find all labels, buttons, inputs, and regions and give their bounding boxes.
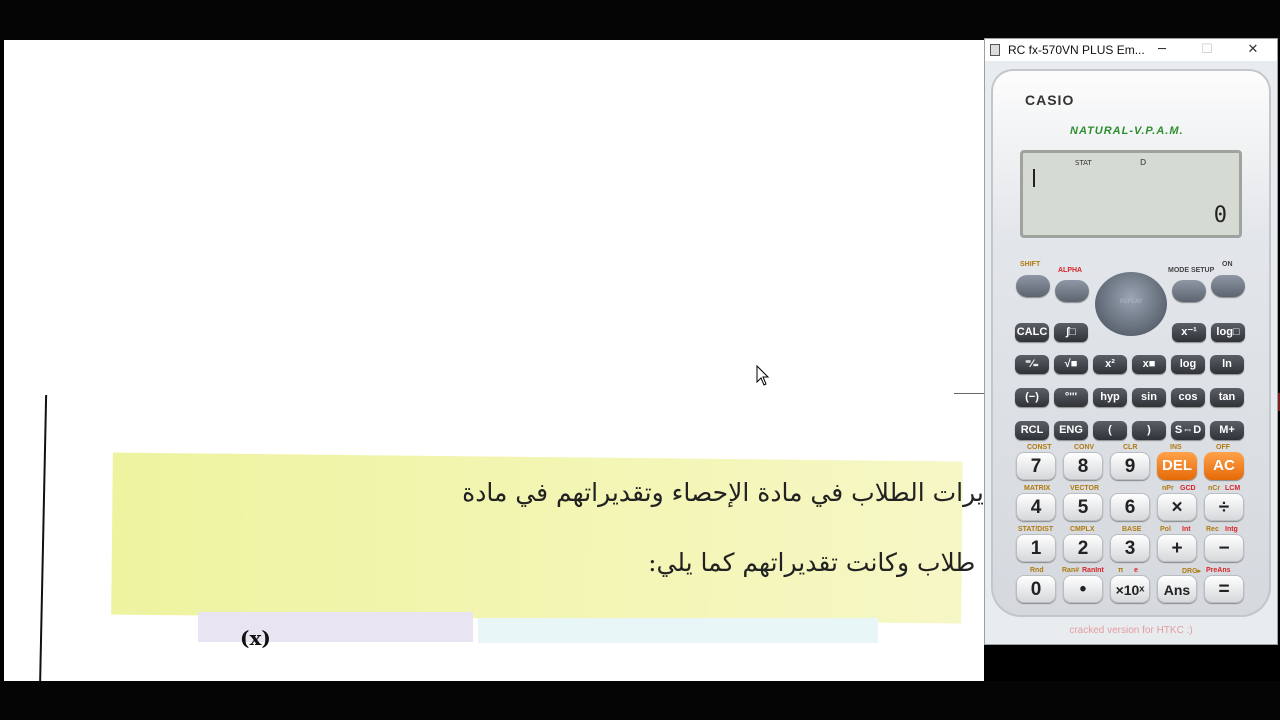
calc-key[interactable]: CALC (1015, 323, 1049, 342)
bottom-black-bar (0, 681, 1280, 720)
calculator-display: STAT D 0 (1020, 150, 1242, 238)
conv-label: CONV (1074, 444, 1095, 451)
digit-5-key[interactable]: 5 (1063, 493, 1103, 521)
ran-label: Ran# (1062, 567, 1080, 574)
ans-key[interactable]: Ans (1157, 575, 1197, 603)
digit-4-key[interactable]: 4 (1016, 493, 1056, 521)
equals-key[interactable]: = (1204, 575, 1244, 603)
ln-key[interactable]: ln (1210, 355, 1244, 374)
calculator-app-icon (990, 44, 1000, 56)
digit-3-key[interactable]: 3 (1110, 534, 1150, 562)
eng-key[interactable]: ENG (1054, 421, 1088, 440)
square-key[interactable]: x² (1093, 355, 1127, 374)
shift-label: SHIFT (1020, 261, 1041, 268)
stat-dist-label: STAT/DIST (1018, 526, 1054, 533)
top-black-bar (0, 0, 1280, 40)
power-key[interactable]: x■ (1132, 355, 1166, 374)
replay-label: REPLAY (1119, 298, 1143, 305)
exponent-key[interactable]: ×10ˣ (1110, 575, 1150, 603)
shift-key[interactable] (1016, 275, 1050, 297)
vector-label: VECTOR (1070, 485, 1100, 492)
divide-key[interactable]: ÷ (1204, 493, 1244, 521)
negative-key[interactable]: (−) (1015, 388, 1049, 407)
window-title: RC fx-570VN PLUS Em... (1008, 43, 1145, 57)
table-header-cell (478, 618, 878, 643)
tan-key[interactable]: tan (1210, 388, 1244, 407)
int-label: Int (1182, 526, 1191, 533)
hyp-key[interactable]: hyp (1093, 388, 1127, 407)
rnd-label: Rnd (1030, 567, 1044, 574)
cmplx-label: CMPLX (1070, 526, 1095, 533)
digit-2-key[interactable]: 2 (1063, 534, 1103, 562)
display-result: 0 (1213, 203, 1227, 228)
table-header-text: (x) (240, 626, 271, 650)
mode-label: MODE SETUP (1168, 267, 1215, 274)
close-button[interactable]: ✕ (1242, 41, 1264, 59)
replay-dpad[interactable]: REPLAY (1095, 272, 1167, 336)
digit-8-key[interactable]: 8 (1063, 452, 1103, 480)
ac-key[interactable]: AC (1204, 452, 1244, 480)
matrix-label: MATRIX (1024, 485, 1051, 492)
ranint-label: RanInt (1082, 567, 1104, 574)
npr-label: nPr (1162, 485, 1174, 492)
degree-indicator: D (1140, 158, 1147, 167)
alpha-key[interactable] (1055, 280, 1089, 302)
m-plus-key[interactable]: M+ (1210, 421, 1244, 440)
input-cursor (1033, 169, 1035, 187)
integral-key[interactable]: ∫□ (1054, 323, 1088, 342)
sin-key[interactable]: sin (1132, 388, 1166, 407)
digit-0-key[interactable]: 0 (1016, 575, 1056, 603)
window-footer-text: cracked version for HTKC :) (1069, 625, 1193, 636)
multiply-key[interactable]: × (1157, 493, 1197, 521)
digit-9-key[interactable]: 9 (1110, 452, 1150, 480)
rcl-key[interactable]: RCL (1015, 421, 1049, 440)
digit-6-key[interactable]: 6 (1110, 493, 1150, 521)
clr-label: CLR (1123, 444, 1138, 451)
const-label: CONST (1027, 444, 1052, 451)
sqrt-key[interactable]: √■ (1054, 355, 1088, 374)
maximize-button[interactable]: ☐ (1196, 41, 1218, 59)
intg-label: Intg (1225, 526, 1238, 533)
ins-label: INS (1170, 444, 1182, 451)
plus-key[interactable]: + (1157, 534, 1197, 562)
page-border-line (38, 395, 48, 681)
base-label: BASE (1122, 526, 1142, 533)
del-key[interactable]: DEL (1157, 452, 1197, 480)
close-paren-key[interactable]: ) (1132, 421, 1166, 440)
page-edge-line (954, 393, 984, 394)
brand-logo: CASIO (1025, 92, 1075, 108)
reciprocal-key[interactable]: x⁻¹ (1172, 323, 1206, 342)
sd-key[interactable]: S⇔D (1171, 421, 1205, 440)
lcm-label: LCM (1225, 485, 1241, 492)
rec-label: Rec (1206, 526, 1219, 533)
minimize-button[interactable]: ─ (1151, 41, 1173, 59)
log-base-key[interactable]: log□ (1211, 323, 1245, 342)
preans-label: PreAns (1206, 567, 1231, 574)
mode-key[interactable] (1172, 280, 1206, 302)
mouse-cursor-icon (756, 365, 770, 386)
digit-7-key[interactable]: 7 (1016, 452, 1056, 480)
digit-1-key[interactable]: 1 (1016, 534, 1056, 562)
on-label: ON (1222, 261, 1233, 268)
e-label: e (1134, 567, 1138, 574)
window-titlebar[interactable]: RC fx-570VN PLUS Em... ─ ☐ ✕ (985, 39, 1277, 61)
pol-label: Pol (1160, 526, 1171, 533)
log-key[interactable]: log (1171, 355, 1205, 374)
fraction-key[interactable]: ⁼⁄₌ (1015, 355, 1049, 374)
stat-indicator: STAT (1075, 159, 1092, 167)
decimal-point-key[interactable]: • (1063, 575, 1103, 603)
model-label: NATURAL-V.P.A.M. (1070, 125, 1184, 137)
cos-key[interactable]: cos (1171, 388, 1205, 407)
alpha-label: ALPHA (1058, 267, 1083, 274)
degree-key[interactable]: °''' (1054, 388, 1088, 407)
on-key[interactable] (1211, 275, 1245, 297)
drg-label: DRG▸ (1182, 568, 1202, 575)
ncr-label: nCr (1208, 485, 1221, 492)
minus-key[interactable]: − (1204, 534, 1244, 562)
gcd-label: GCD (1180, 485, 1196, 492)
pi-label: π (1118, 567, 1124, 574)
open-paren-key[interactable]: ( (1093, 421, 1127, 440)
off-label: OFF (1216, 444, 1230, 451)
